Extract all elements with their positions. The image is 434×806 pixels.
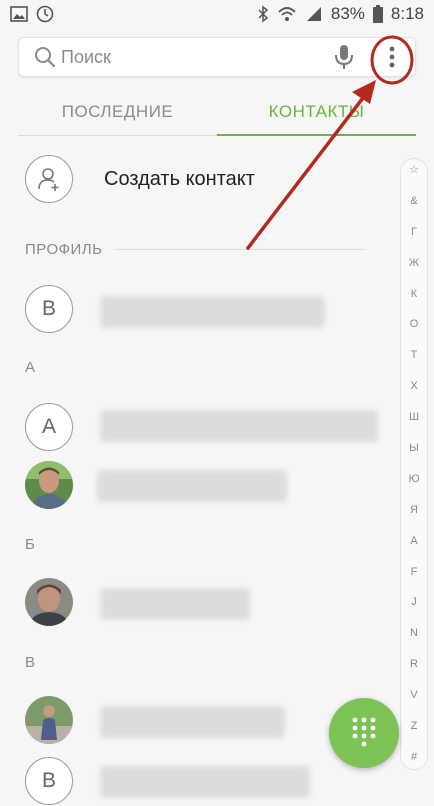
bluetooth-icon — [258, 5, 269, 23]
index-letter[interactable]: Ю — [408, 473, 419, 485]
index-letter[interactable]: ☆ — [409, 165, 419, 176]
avatar: В — [25, 757, 73, 805]
mic-icon[interactable] — [333, 43, 355, 71]
divider — [114, 248, 365, 250]
avatar-photo — [25, 578, 73, 626]
section-header-a: А — [25, 357, 365, 377]
contact-name-blurred — [100, 588, 250, 620]
section-header-profile: ПРОФИЛЬ — [25, 239, 365, 259]
add-person-icon — [25, 155, 73, 203]
index-letter[interactable]: R — [410, 659, 418, 670]
alphabet-index-scroller[interactable]: ☆ & Г Ж К О Т Х Ш Ы Ю Я A F J N R V Z # — [400, 158, 428, 770]
index-letter[interactable]: Я — [410, 504, 418, 516]
search-input[interactable]: Поиск — [61, 47, 333, 68]
tab-recent[interactable]: ПОСЛЕДНИЕ — [18, 90, 217, 136]
create-contact-label: Создать контакт — [104, 167, 255, 190]
section-header-b: Б — [25, 534, 365, 554]
tab-contacts[interactable]: КОНТАКТЫ — [217, 90, 416, 136]
clock-time: 8:18 — [390, 4, 424, 23]
create-contact-row[interactable]: Создать контакт — [25, 154, 365, 204]
gallery-icon — [10, 6, 28, 22]
dialpad-icon — [352, 717, 376, 747]
index-letter[interactable]: J — [411, 597, 417, 608]
contact-name-blurred — [100, 296, 325, 328]
index-letter[interactable]: Ы — [409, 443, 419, 454]
section-label-b: Б — [25, 535, 36, 553]
contact-name-blurred — [100, 706, 285, 738]
index-letter[interactable]: V — [410, 690, 417, 701]
battery-icon — [372, 5, 383, 23]
avatar-photo — [25, 461, 73, 509]
battery-percent: 83% — [330, 4, 365, 23]
section-label-v: В — [25, 653, 36, 671]
section-label-profile: ПРОФИЛЬ — [25, 240, 103, 258]
search-icon — [35, 47, 56, 68]
avatar-photo — [25, 696, 73, 744]
status-bar: 83% 8:18 — [0, 0, 434, 28]
contact-name-blurred — [100, 410, 378, 442]
contact-name-blurred — [97, 470, 287, 502]
index-letter[interactable]: Z — [411, 721, 418, 732]
index-letter[interactable]: Х — [410, 381, 417, 392]
index-letter[interactable]: A — [410, 535, 417, 547]
signal-icon — [306, 7, 321, 21]
index-letter[interactable]: Т — [411, 350, 418, 361]
index-letter[interactable]: N — [410, 628, 418, 639]
more-vert-icon — [389, 46, 395, 68]
index-letter[interactable]: Ж — [409, 257, 419, 269]
index-letter[interactable]: Г — [411, 226, 417, 238]
index-letter[interactable]: Ш — [409, 412, 419, 423]
avatar: В — [25, 285, 73, 333]
wifi-icon — [278, 7, 296, 21]
index-letter[interactable]: F — [411, 566, 418, 578]
index-letter[interactable]: # — [411, 751, 417, 763]
dialpad-button[interactable] — [329, 698, 399, 768]
section-header-v: В — [25, 652, 365, 672]
section-label-a: А — [25, 358, 36, 376]
index-letter[interactable]: О — [410, 319, 419, 330]
avatar: А — [25, 403, 73, 451]
tab-bar: ПОСЛЕДНИЕ КОНТАКТЫ — [18, 90, 416, 136]
clock-icon — [36, 5, 54, 23]
index-letter[interactable]: & — [410, 195, 417, 207]
search-bar[interactable]: Поиск — [18, 37, 416, 77]
more-options-button[interactable] — [377, 39, 407, 75]
contact-name-blurred — [100, 766, 310, 798]
index-letter[interactable]: К — [411, 288, 417, 300]
